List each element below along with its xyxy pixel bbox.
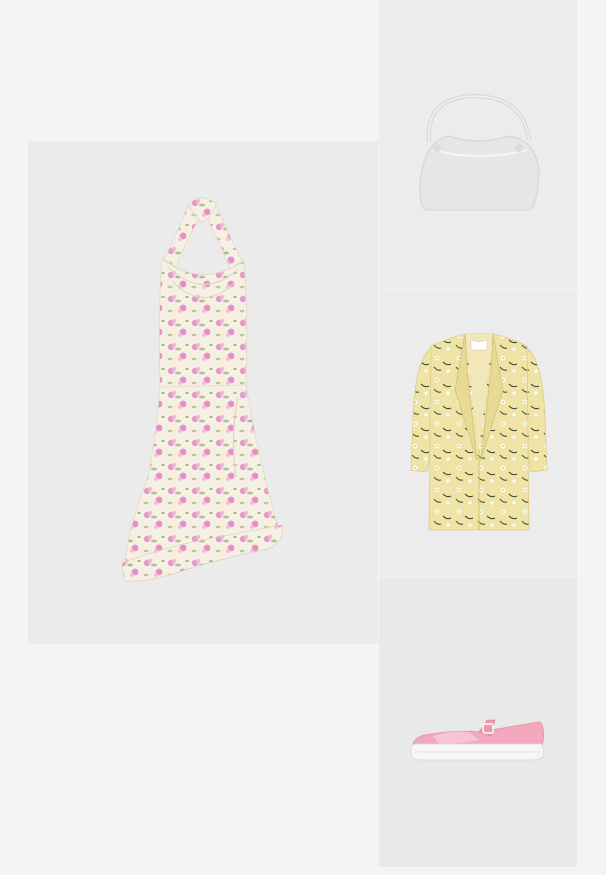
bag-product-tile[interactable] [379, 0, 577, 289]
pink-mary-jane-sneaker-image [410, 719, 545, 761]
blazer-product-tile[interactable] [379, 290, 577, 577]
yellow-floral-blazer-image [410, 333, 548, 531]
white-shoulder-bag-image [419, 93, 540, 211]
shoes-product-tile[interactable] [379, 578, 577, 867]
dress-product-tile[interactable] [28, 141, 378, 644]
floral-halter-dress-image [121, 197, 284, 582]
